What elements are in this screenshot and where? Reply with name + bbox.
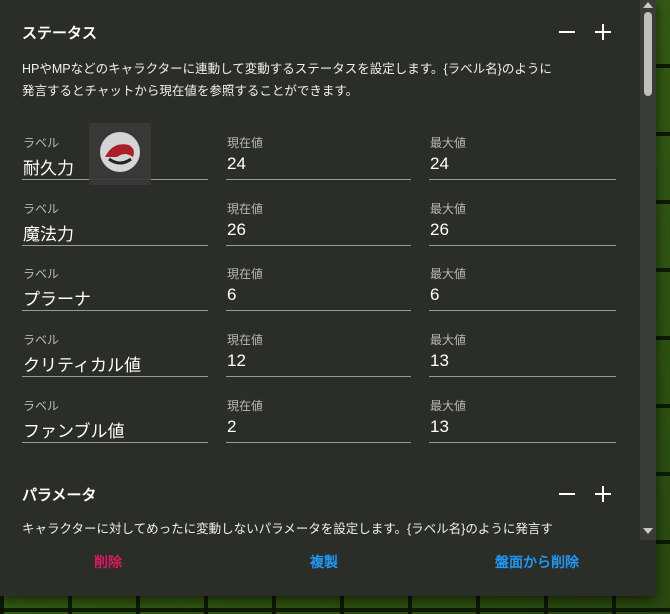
dragged-character-avatar	[89, 123, 151, 185]
character-portrait-icon	[100, 132, 140, 172]
status-max-field[interactable]: 最大値 13	[429, 391, 616, 443]
label-caption: ラベル	[23, 333, 60, 347]
remove-status-minus-icon[interactable]	[558, 23, 576, 41]
status-section-header: ステータス	[22, 20, 612, 44]
current-value: 24	[227, 154, 246, 173]
duplicate-button[interactable]: 複製	[310, 552, 338, 572]
current-caption: 現在値	[227, 399, 264, 413]
status-label-field[interactable]: ラベル 魔法力	[22, 194, 208, 246]
param-section-header: パラメータ	[22, 482, 612, 506]
status-current-field[interactable]: 現在値 6	[226, 259, 411, 311]
current-value: 26	[227, 220, 246, 239]
current-value: 2	[227, 417, 237, 436]
current-caption: 現在値	[227, 136, 264, 150]
vertical-scrollbar[interactable]	[640, 0, 656, 540]
status-max-field[interactable]: 最大値 13	[429, 325, 616, 377]
status-section-description: HPやMPなどのキャラクターに連動して変動するステータスを設定します。{ラベル名…	[22, 58, 622, 102]
current-caption: 現在値	[227, 333, 264, 347]
status-row: ラベル プラーナ 現在値 6 最大値 6	[22, 259, 616, 315]
label-value: 耐久力	[23, 159, 74, 178]
scroll-up-arrow-icon[interactable]	[643, 2, 653, 8]
status-current-field[interactable]: 現在値 26	[226, 194, 411, 246]
character-edit-panel: ステータス HPやMPなどのキャラクターに連動して変動するステータスを設定します…	[0, 0, 656, 596]
max-caption: 最大値	[430, 399, 467, 413]
label-value: 魔法力	[23, 225, 74, 244]
max-caption: 最大値	[430, 333, 467, 347]
scrollbar-thumb[interactable]	[644, 12, 652, 96]
status-label-field[interactable]: ラベル クリティカル値	[22, 325, 208, 377]
status-row: ラベル 魔法力 現在値 26 最大値 26	[22, 194, 616, 250]
param-section-description: キャラクターに対してめったに変動しないパラメータを設定します。{ラベル名}のよう…	[22, 518, 622, 540]
remove-from-board-button[interactable]: 盤面から削除	[495, 552, 579, 572]
status-max-field[interactable]: 最大値 26	[429, 194, 616, 246]
status-row: ラベル クリティカル値 現在値 12 最大値 13	[22, 325, 616, 381]
status-section-actions	[558, 23, 612, 41]
status-section-title: ステータス	[22, 24, 98, 42]
current-value: 6	[227, 285, 237, 304]
status-label-field[interactable]: ラベル ファンブル値	[22, 391, 208, 443]
current-value: 12	[227, 351, 246, 370]
status-label-field[interactable]: ラベル プラーナ	[22, 259, 208, 311]
max-value: 13	[430, 351, 449, 370]
param-section-actions	[558, 485, 612, 503]
label-value: クリティカル値	[23, 356, 141, 375]
scroll-down-arrow-icon[interactable]	[643, 528, 653, 534]
max-value: 24	[430, 154, 449, 173]
param-section-title: パラメータ	[22, 486, 97, 504]
add-status-plus-icon[interactable]	[594, 23, 612, 41]
max-value: 26	[430, 220, 449, 239]
status-current-field[interactable]: 現在値 2	[226, 391, 411, 443]
status-current-field[interactable]: 現在値 12	[226, 325, 411, 377]
label-value: プラーナ	[23, 290, 91, 309]
max-value: 6	[430, 285, 440, 304]
current-caption: 現在値	[227, 202, 264, 216]
status-max-field[interactable]: 最大値 24	[429, 128, 616, 180]
label-value: ファンブル値	[23, 422, 125, 441]
panel-scroll-area[interactable]: ステータス HPやMPなどのキャラクターに連動して変動するステータスを設定します…	[0, 0, 640, 540]
label-caption: ラベル	[23, 136, 60, 150]
param-description-line-1: キャラクターに対してめったに変動しないパラメータを設定します。{ラベル名}のよう…	[22, 522, 553, 536]
max-caption: 最大値	[430, 136, 467, 150]
add-param-plus-icon[interactable]	[594, 485, 612, 503]
delete-button[interactable]: 削除	[94, 552, 122, 572]
label-caption: ラベル	[23, 202, 60, 216]
status-description-line-2: 発言するとチャットから現在値を参照することができます。	[22, 84, 359, 98]
label-caption: ラベル	[23, 399, 60, 413]
max-caption: 最大値	[430, 267, 467, 281]
status-max-field[interactable]: 最大値 6	[429, 259, 616, 311]
max-caption: 最大値	[430, 202, 467, 216]
remove-param-minus-icon[interactable]	[558, 485, 576, 503]
label-caption: ラベル	[23, 267, 60, 281]
max-value: 13	[430, 417, 449, 436]
panel-footer: 削除 複製 盤面から削除	[0, 540, 656, 584]
status-description-line-1: HPやMPなどのキャラクターに連動して変動するステータスを設定します。{ラベル名…	[22, 62, 552, 76]
current-caption: 現在値	[227, 267, 264, 281]
status-current-field[interactable]: 現在値 24	[226, 128, 411, 180]
status-row: ラベル ファンブル値 現在値 2 最大値 13	[22, 391, 616, 447]
